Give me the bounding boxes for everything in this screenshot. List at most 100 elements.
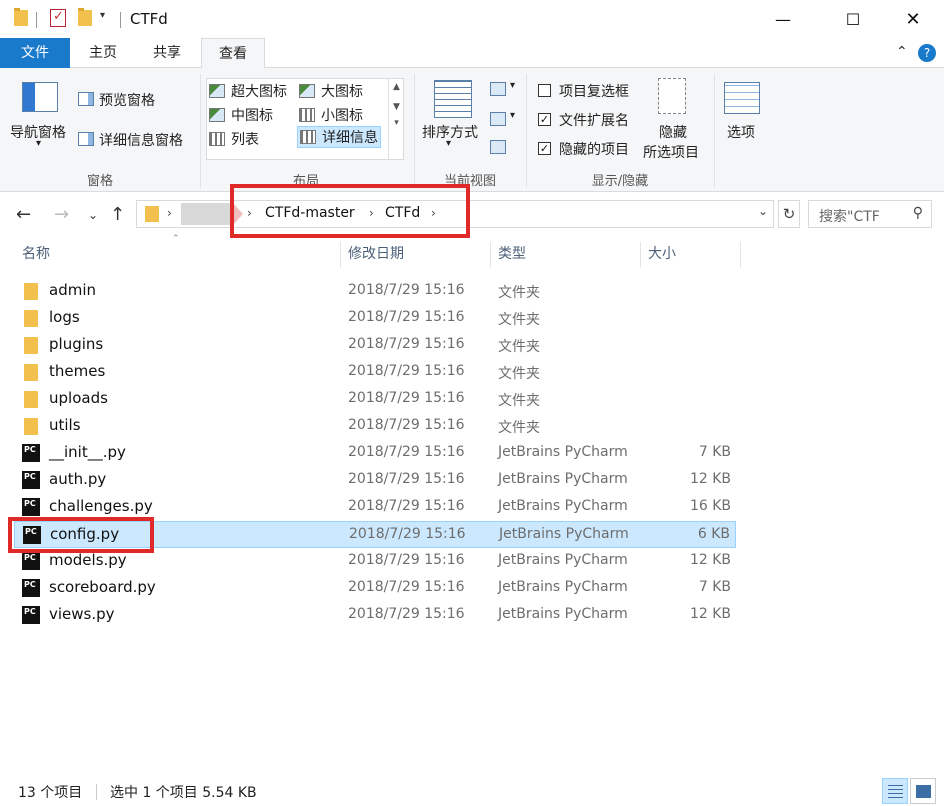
file-name[interactable]: admin — [49, 281, 96, 299]
file-row[interactable]: logs 2018/7/29 15:16 文件夹 — [14, 305, 736, 332]
divider[interactable] — [340, 242, 341, 268]
maximize-button[interactable]: ☐ — [830, 0, 876, 38]
address-dropdown-icon[interactable]: ⌄ — [758, 204, 768, 218]
file-type: JetBrains PyCharm — [498, 444, 628, 460]
size-columns-icon[interactable] — [490, 140, 506, 154]
group-label-panes: 窗格 — [86, 174, 113, 189]
column-header-type[interactable]: 类型 — [498, 238, 526, 270]
file-name[interactable]: auth.py — [49, 470, 106, 488]
file-type: 文件夹 — [498, 393, 540, 409]
search-input[interactable]: 搜索"CTF ⚲ — [808, 200, 932, 228]
file-row[interactable]: auth.py 2018/7/29 15:16 JetBrains PyCharm 1… — [14, 467, 736, 494]
divider[interactable] — [490, 242, 491, 268]
chevron-down-icon[interactable]: ▾ — [36, 138, 41, 149]
window-title: CTFd — [130, 10, 168, 28]
hidden-items-checkbox[interactable]: ✓ — [538, 142, 551, 155]
chevron-down-icon[interactable]: ▾ — [510, 80, 515, 91]
divider[interactable] — [740, 242, 741, 268]
help-icon[interactable]: ? — [918, 44, 936, 62]
customize-toolbar-icon[interactable]: ▾ — [100, 10, 105, 21]
divider[interactable] — [640, 242, 641, 268]
file-row[interactable]: themes 2018/7/29 15:16 文件夹 — [14, 359, 736, 386]
search-icon[interactable]: ⚲ — [913, 205, 923, 221]
hide-selected-button-line2[interactable]: 所选项目 — [643, 142, 699, 162]
hide-selected-icon[interactable] — [658, 78, 686, 114]
file-type: 文件夹 — [498, 366, 540, 382]
tab-home[interactable]: 主页 — [72, 38, 134, 68]
file-name[interactable]: logs — [49, 308, 80, 326]
file-name[interactable]: utils — [49, 416, 81, 434]
layout-details[interactable]: 详细信息 — [297, 126, 381, 148]
file-row[interactable]: utils 2018/7/29 15:16 文件夹 — [14, 413, 736, 440]
hide-selected-button[interactable]: 隐藏 — [659, 122, 687, 142]
file-date: 2018/7/29 15:16 — [348, 606, 465, 622]
file-row[interactable]: __init__.py 2018/7/29 15:16 JetBrains PyCh… — [14, 440, 736, 467]
item-checkboxes-checkbox[interactable] — [538, 84, 551, 97]
group-by-icon[interactable] — [490, 82, 506, 96]
details-view-button[interactable] — [882, 778, 908, 804]
column-header-size[interactable]: 大小 — [648, 238, 676, 270]
file-name[interactable]: views.py — [49, 605, 115, 623]
column-header-date[interactable]: 修改日期 — [348, 238, 404, 270]
folder-icon — [14, 8, 28, 26]
preview-pane-button[interactable]: 预览窗格 — [99, 90, 155, 110]
pycharm-file-icon — [19, 549, 43, 573]
pycharm-file-icon — [19, 603, 43, 627]
refresh-button[interactable]: ↻ — [778, 200, 800, 228]
file-row[interactable]: scoreboard.py 2018/7/29 15:16 JetBrains Py… — [14, 575, 736, 602]
options-button[interactable]: 选项 — [727, 122, 755, 142]
collapse-ribbon-icon[interactable]: ⌃ — [896, 44, 908, 60]
chevron-right-icon[interactable]: › — [167, 206, 172, 220]
file-date: 2018/7/29 15:16 — [349, 526, 466, 542]
back-button[interactable]: ← — [16, 204, 31, 225]
layout-small-icons[interactable]: 小图标 — [299, 104, 363, 126]
tab-file[interactable]: 文件 — [0, 38, 70, 68]
file-date: 2018/7/29 15:16 — [348, 363, 465, 379]
file-row[interactable]: plugins 2018/7/29 15:16 文件夹 — [14, 332, 736, 359]
properties-icon[interactable] — [50, 9, 66, 27]
chevron-down-icon[interactable]: ▾ — [446, 138, 451, 149]
file-name[interactable]: __init__.py — [49, 443, 126, 461]
large-icons-view-button[interactable] — [910, 778, 936, 804]
close-button[interactable]: ✕ — [890, 0, 936, 38]
file-name[interactable]: plugins — [49, 335, 103, 353]
details-pane-button[interactable]: 详细信息窗格 — [99, 130, 183, 150]
sort-ascending-icon: ⌃ — [172, 234, 180, 244]
divider — [414, 74, 415, 188]
layout-large-icons[interactable]: 大图标 — [299, 80, 363, 102]
add-columns-icon[interactable] — [490, 112, 506, 126]
navigation-pane-icon[interactable] — [22, 82, 58, 112]
file-row[interactable]: views.py 2018/7/29 15:16 JetBrains PyCharm… — [14, 602, 736, 629]
tab-share[interactable]: 共享 — [136, 38, 198, 68]
layout-extra-large-icons[interactable]: 超大图标 — [209, 80, 287, 102]
sort-by-icon[interactable] — [434, 80, 472, 118]
layout-list[interactable]: 列表 — [209, 128, 259, 150]
forward-button[interactable]: → — [54, 204, 69, 225]
list-icon — [209, 132, 225, 146]
up-button[interactable]: ↑ — [110, 204, 125, 225]
layout-medium-icons[interactable]: 中图标 — [209, 104, 273, 126]
file-name[interactable]: models.py — [49, 551, 127, 569]
file-date: 2018/7/29 15:16 — [348, 336, 465, 352]
file-row[interactable]: uploads 2018/7/29 15:16 文件夹 — [14, 386, 736, 413]
file-size: 7 KB — [698, 579, 731, 595]
file-row[interactable]: admin 2018/7/29 15:16 文件夹 — [14, 278, 736, 305]
divider — [96, 784, 97, 800]
large-icons-view-icon — [916, 785, 931, 798]
chevron-down-icon[interactable]: ▾ — [510, 110, 515, 121]
file-name[interactable]: themes — [49, 362, 105, 380]
minimize-button[interactable]: — — [760, 0, 806, 38]
file-date: 2018/7/29 15:16 — [348, 579, 465, 595]
recent-locations-icon[interactable]: ⌄ — [88, 208, 98, 222]
new-folder-icon[interactable] — [78, 8, 92, 26]
file-extensions-checkbox[interactable]: ✓ — [538, 113, 551, 126]
details-view-icon — [888, 785, 903, 798]
layout-scrollbar[interactable]: ▲ ▼ ▾ — [388, 78, 404, 160]
file-name[interactable]: challenges.py — [49, 497, 153, 515]
file-name[interactable]: uploads — [49, 389, 108, 407]
options-icon[interactable] — [724, 82, 760, 114]
file-name[interactable]: scoreboard.py — [49, 578, 156, 596]
column-header-name[interactable]: 名称 — [22, 238, 50, 270]
tab-view[interactable]: 查看 — [201, 38, 265, 69]
large-icons-icon — [299, 84, 315, 98]
